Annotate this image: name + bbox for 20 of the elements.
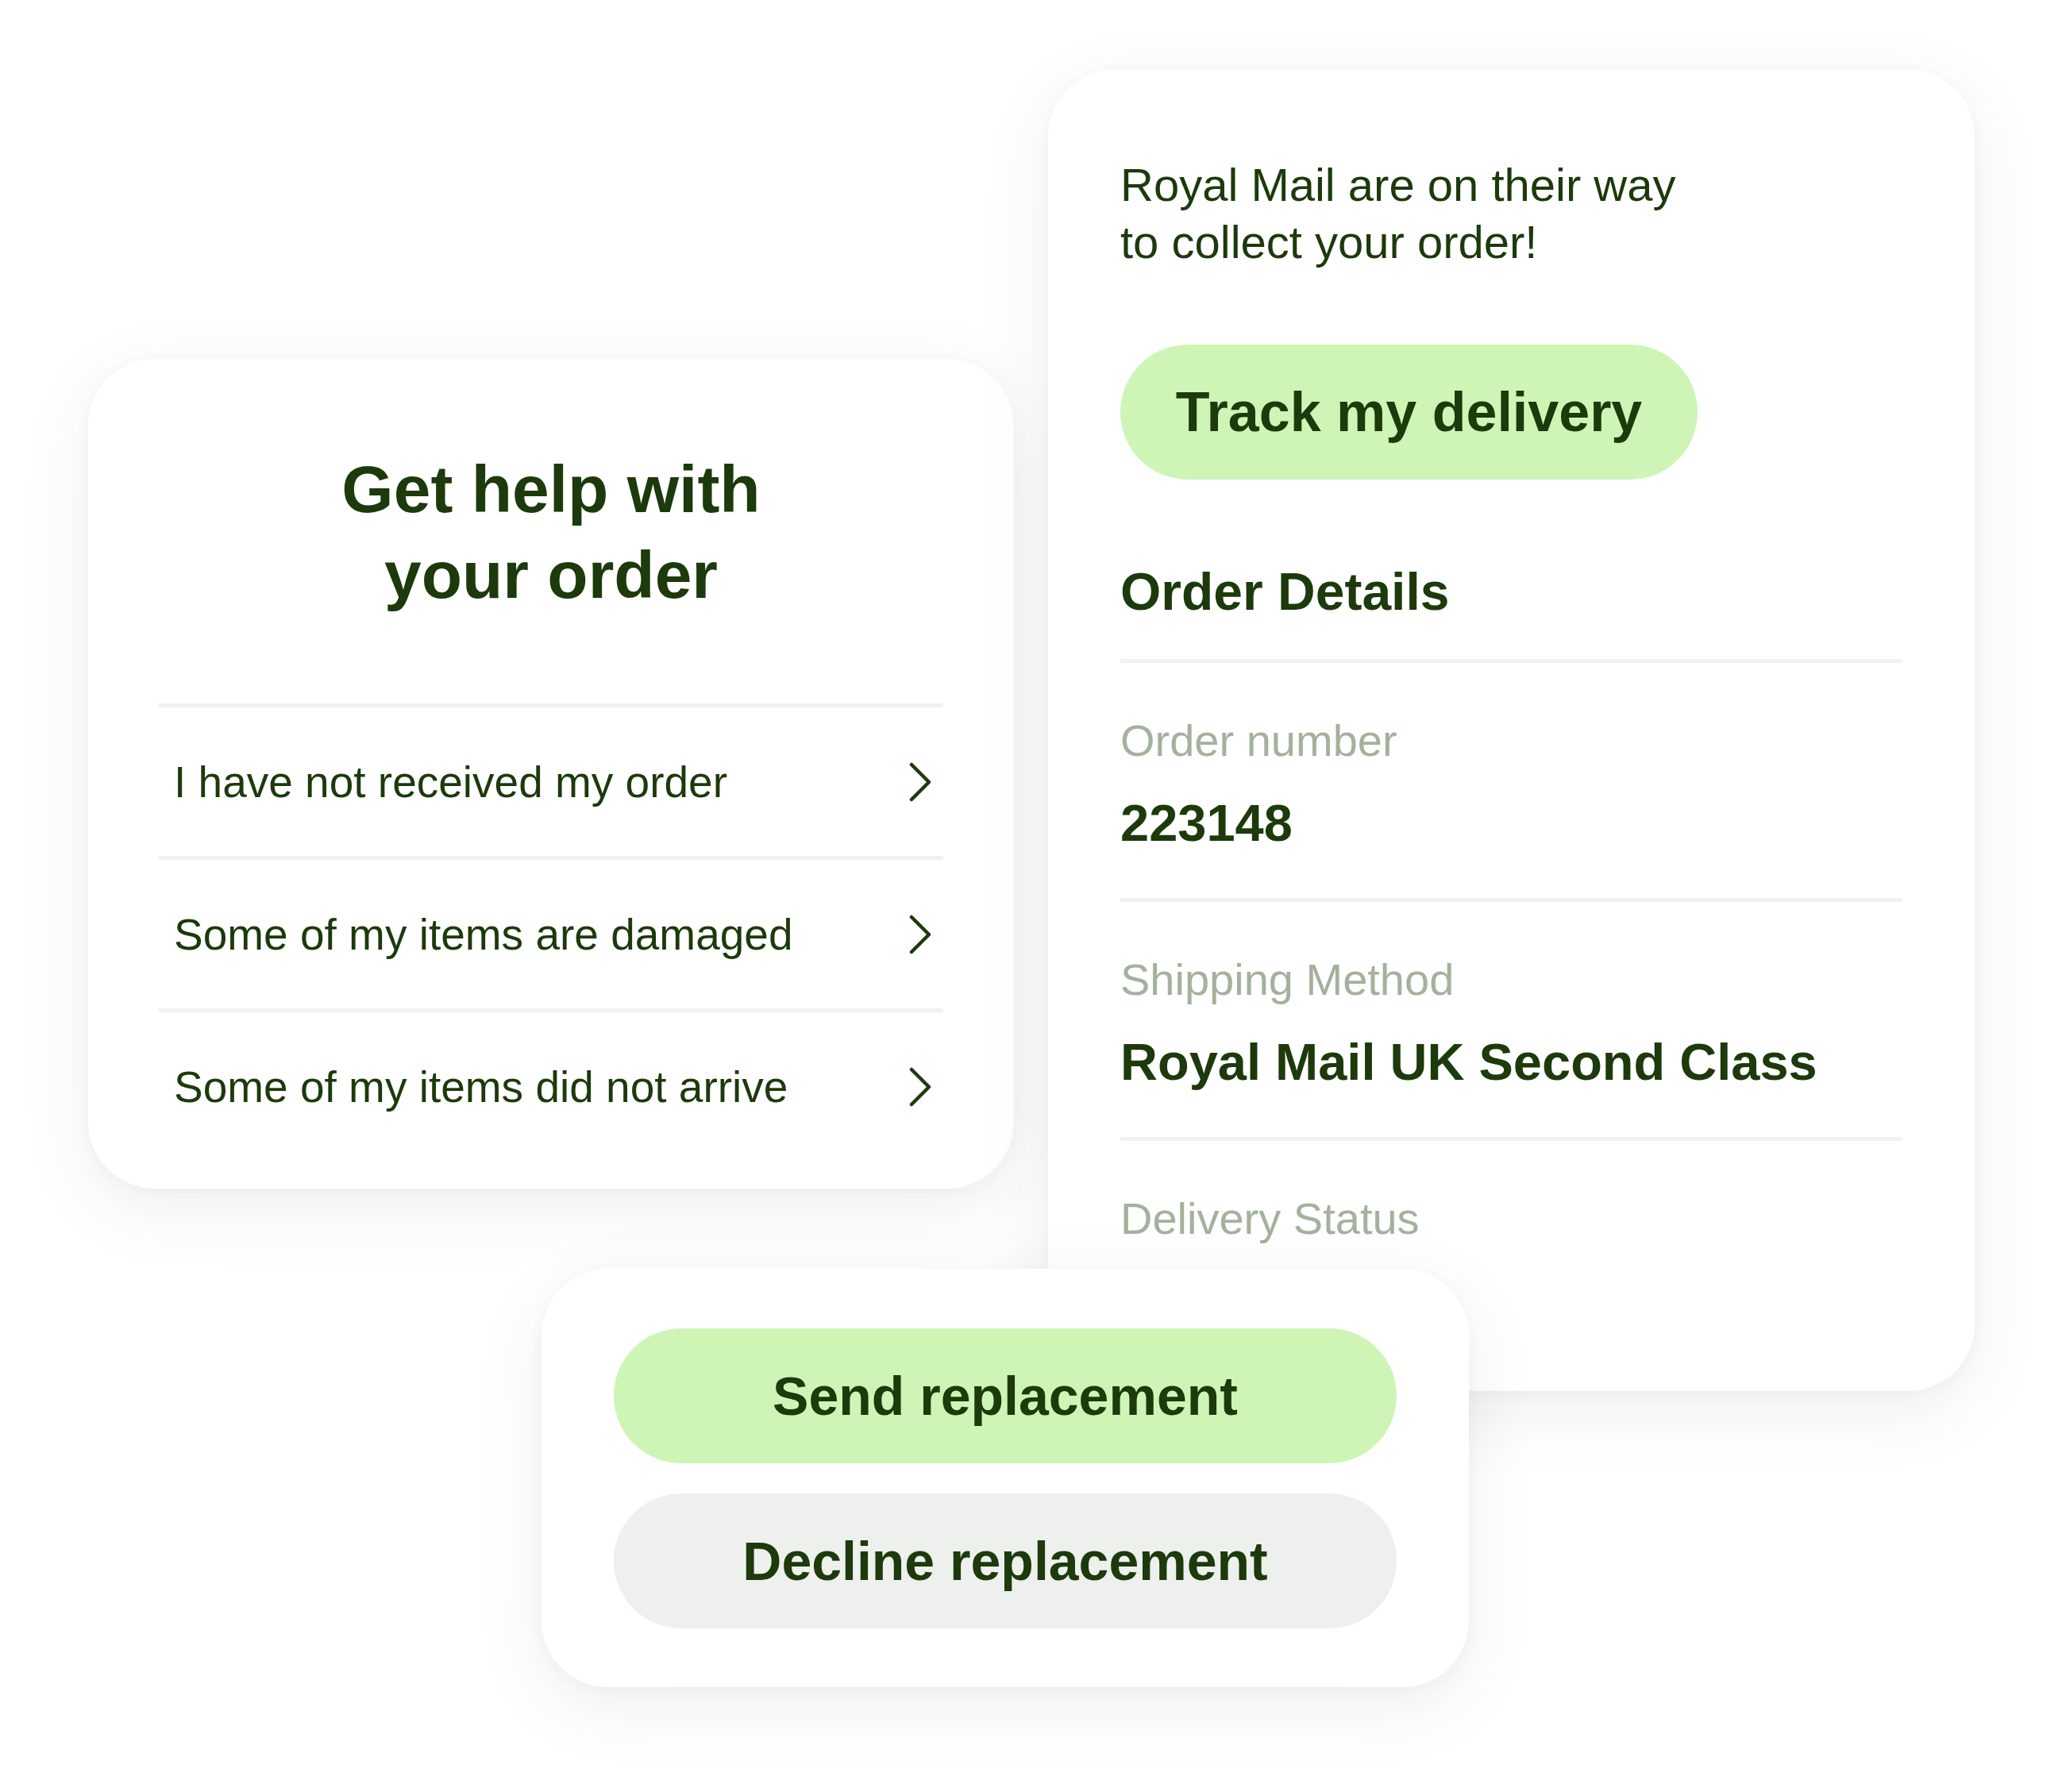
chevron-right-icon xyxy=(909,1066,931,1107)
field-label: Order number xyxy=(1120,715,1398,767)
help-option-row[interactable]: Some of my items are damaged xyxy=(159,856,943,1008)
field-value: 223148 xyxy=(1120,793,1293,854)
help-option-row[interactable]: I have not received my order xyxy=(159,703,943,856)
decline-replacement-button[interactable]: Decline replacement xyxy=(614,1493,1397,1628)
send-replacement-button[interactable]: Send replacement xyxy=(614,1328,1397,1463)
help-title: Get help with your order xyxy=(341,451,761,614)
help-option-label: I have not received my order xyxy=(174,756,727,808)
field-value: Royal Mail UK Second Class xyxy=(1120,1032,1818,1093)
chevron-right-icon xyxy=(909,914,931,954)
collection-message: Royal Mail are on their way to collect your order! xyxy=(1120,158,1677,269)
order-details-heading: Order Details xyxy=(1120,561,1451,622)
chevron-right-icon xyxy=(909,761,931,802)
field-label: Delivery Status xyxy=(1120,1193,1420,1245)
track-delivery-button[interactable]: Track my delivery xyxy=(1120,345,1698,480)
help-option-label: Some of my items did not arrive xyxy=(174,1061,788,1113)
help-option-label: Some of my items are damaged xyxy=(174,908,793,961)
help-option-row[interactable]: Some of my items did not arrive xyxy=(159,1008,943,1161)
field-label: Shipping Method xyxy=(1120,954,1455,1006)
